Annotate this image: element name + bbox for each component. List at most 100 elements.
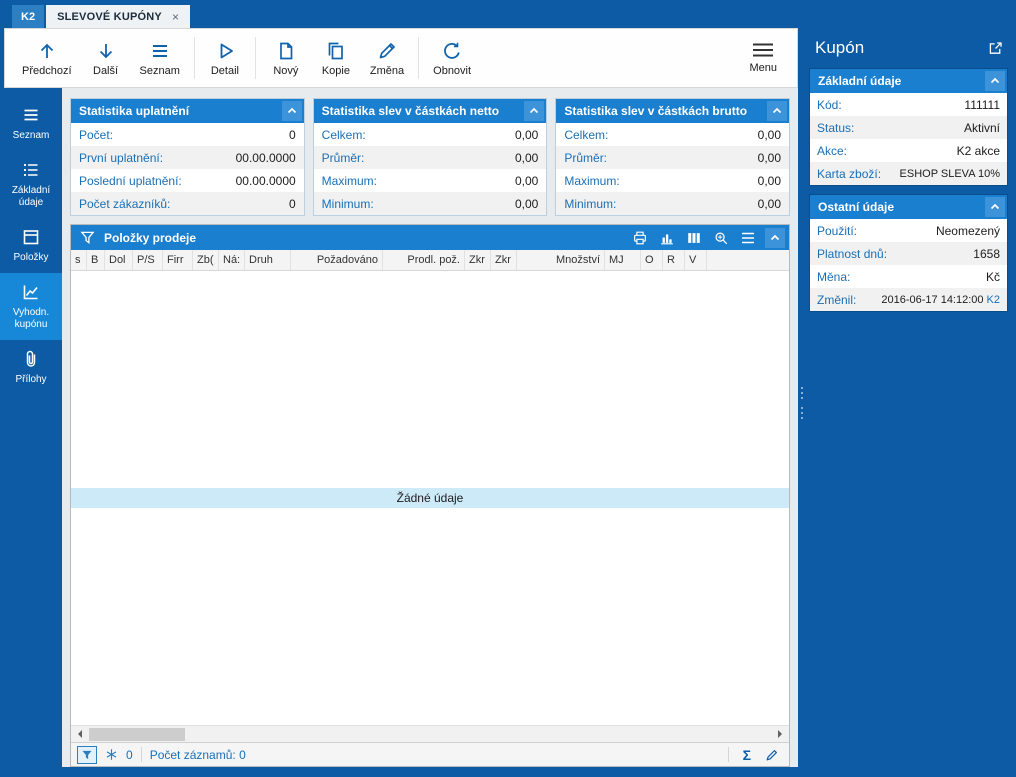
- button-label: Nový: [273, 64, 299, 77]
- refresh-button[interactable]: Obnovit: [424, 36, 480, 81]
- list-view-button[interactable]: Seznam: [131, 36, 189, 81]
- sidebar-item-zakladni-udaje[interactable]: Základní údaje: [0, 151, 62, 218]
- chart-button[interactable]: [657, 228, 677, 248]
- detail-view-button[interactable]: Detail: [200, 36, 250, 81]
- sidebar-item-polozky[interactable]: Položky: [0, 218, 62, 273]
- stat-label: Minimum:: [564, 196, 617, 211]
- sum-button[interactable]: Σ: [743, 747, 751, 763]
- column-header[interactable]: B: [87, 250, 105, 270]
- section-ostatni-udaje: Ostatní údaje Použití: Neomezený Platnost…: [809, 194, 1008, 312]
- field-value: Neomezený: [935, 223, 1000, 238]
- sidebar: Seznam Základní údaje Položky Vyhodn. ku…: [0, 88, 62, 767]
- app-tab-k2[interactable]: K2: [12, 5, 45, 28]
- scroll-thumb[interactable]: [89, 727, 185, 741]
- collapse-button[interactable]: [524, 101, 545, 121]
- scroll-left-button[interactable]: [71, 726, 88, 743]
- column-header[interactable]: MJ: [605, 250, 641, 270]
- section-body: Použití: Neomezený Platnost dnů: 1658 Měna…: [810, 219, 1007, 311]
- column-header[interactable]: Dol: [105, 250, 133, 270]
- columns-button[interactable]: [684, 228, 704, 248]
- panel-splitter[interactable]: [798, 28, 805, 777]
- stat-label: Maximum:: [564, 173, 620, 188]
- copy-button[interactable]: Kopie: [311, 36, 361, 81]
- stat-label: Poslední uplatnění:: [79, 173, 182, 188]
- collapse-button[interactable]: [985, 197, 1005, 217]
- collapse-button[interactable]: [281, 101, 302, 121]
- stat-row: Poslední uplatnění: 00.00.0000: [71, 169, 304, 192]
- sidebar-item-vyhodn-kuponu[interactable]: Vyhodn. kupónu: [0, 273, 62, 340]
- toolbar-separator: [254, 37, 256, 79]
- column-header[interactable]: Ná:: [219, 250, 245, 270]
- status-separator: [727, 747, 729, 762]
- sidebar-item-label: Seznam: [12, 130, 50, 141]
- settings-search-button[interactable]: [711, 228, 731, 248]
- panel-header: Statistika uplatnění: [71, 99, 304, 123]
- column-header[interactable]: Zkr: [465, 250, 491, 270]
- menu-button[interactable]: Menu: [737, 38, 789, 78]
- stat-row: Počet: 0: [71, 123, 304, 146]
- sidebar-item-seznam[interactable]: Seznam: [0, 96, 62, 151]
- record-count-label: Počet záznamů: 0: [149, 747, 246, 762]
- collapse-button[interactable]: [767, 101, 788, 121]
- button-label: Změna: [369, 64, 405, 77]
- toolbar: Předchozí Další Seznam Detail Nový Kopie…: [4, 28, 798, 88]
- grid-menu-button[interactable]: [738, 228, 758, 248]
- next-button[interactable]: Další: [81, 36, 131, 81]
- tab-slevove-kupony[interactable]: SLEVOVÉ KUPÓNY ×: [46, 5, 191, 28]
- toolbar-separator: [418, 37, 420, 79]
- panel-title: Statistika uplatnění: [79, 104, 190, 118]
- status-separator: [140, 747, 142, 762]
- stat-value: 0,00: [757, 127, 782, 142]
- column-header[interactable]: s: [71, 250, 87, 270]
- section-body: Kód: 111111 Status: Aktivní Akce: K2 akce K…: [810, 93, 1007, 185]
- splitter-grip-icon: [800, 386, 803, 399]
- toolbar-separator: [193, 37, 195, 79]
- column-header[interactable]: Zkr: [491, 250, 517, 270]
- changed-by-link[interactable]: K2: [987, 294, 1000, 306]
- previous-button[interactable]: Předchozí: [13, 36, 81, 81]
- column-header[interactable]: Firr: [163, 250, 193, 270]
- column-header[interactable]: Požadováno: [291, 250, 383, 270]
- column-header[interactable]: V: [685, 250, 707, 270]
- status-filter-button[interactable]: [77, 745, 97, 764]
- field-row: Akce: K2 akce: [810, 139, 1007, 162]
- stat-value: 0,00: [757, 150, 782, 165]
- column-header[interactable]: Zb(: [193, 250, 219, 270]
- triangle-right-icon: [778, 730, 786, 738]
- print-button[interactable]: [630, 228, 650, 248]
- column-header[interactable]: Prodl. pož.: [383, 250, 465, 270]
- column-header[interactable]: P/S: [133, 250, 163, 270]
- stat-row: Počet zákazníků: 0: [71, 192, 304, 215]
- stat-row: Maximum: 0,00: [314, 169, 547, 192]
- snowflake-icon: [105, 748, 118, 761]
- collapse-button[interactable]: [985, 71, 1005, 91]
- column-header[interactable]: O: [641, 250, 663, 270]
- horizontal-scrollbar[interactable]: [71, 725, 789, 742]
- column-header[interactable]: Množství: [517, 250, 605, 270]
- field-row: Měna: Kč: [810, 265, 1007, 288]
- new-button[interactable]: Nový: [261, 36, 311, 81]
- menu-icon: [751, 42, 775, 58]
- status-right-icons: Σ: [727, 747, 783, 763]
- column-header[interactable]: R: [663, 250, 685, 270]
- tab-close-icon[interactable]: ×: [172, 10, 179, 24]
- grid-body: Žádné údaje: [71, 271, 789, 725]
- chevron-up-icon: [530, 107, 539, 114]
- filter-button[interactable]: [77, 228, 97, 248]
- edit-record-button[interactable]: [765, 748, 779, 762]
- open-in-window-button[interactable]: [987, 40, 1004, 57]
- chevron-up-icon: [770, 234, 780, 240]
- detail-list-icon: [21, 160, 41, 180]
- stat-label: Celkem:: [564, 127, 609, 142]
- scroll-right-button[interactable]: [772, 726, 789, 743]
- sidebar-item-prilohy[interactable]: Přílohy: [0, 340, 62, 395]
- field-label: Měna:: [817, 269, 851, 284]
- columns-icon: [688, 232, 700, 243]
- collapse-button[interactable]: [765, 227, 785, 248]
- edit-button[interactable]: Změna: [361, 36, 413, 81]
- button-label: Obnovit: [433, 64, 472, 77]
- field-row: Použití: Neomezený: [810, 219, 1007, 242]
- column-header[interactable]: Druh: [245, 250, 291, 270]
- button-label: Předchozí: [22, 64, 72, 77]
- bar-chart-icon: [661, 233, 673, 244]
